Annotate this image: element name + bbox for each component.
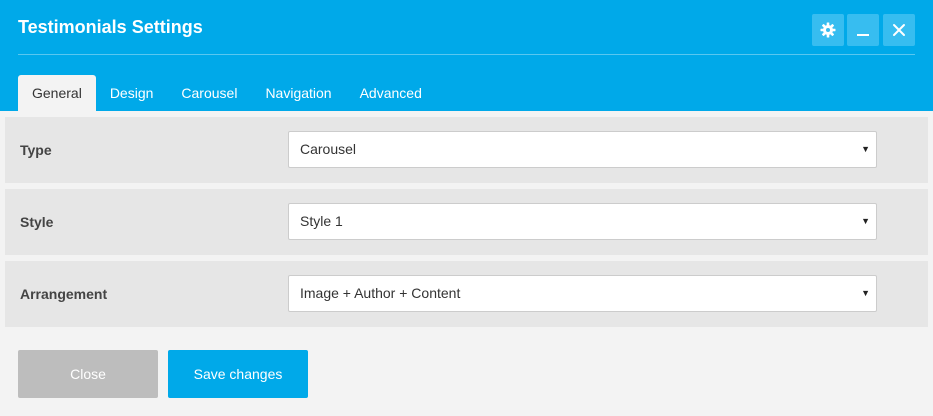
setting-row-type: Type Carousel ▼ bbox=[5, 117, 928, 183]
close-window-button[interactable] bbox=[883, 14, 915, 46]
chevron-down-icon: ▼ bbox=[861, 288, 870, 298]
header-divider bbox=[18, 54, 915, 55]
settings-tabs: General Design Carousel Navigation Advan… bbox=[18, 75, 436, 111]
settings-button[interactable] bbox=[812, 14, 844, 46]
minimize-button[interactable] bbox=[847, 14, 879, 46]
chevron-down-icon: ▼ bbox=[861, 144, 870, 154]
close-button[interactable]: Close bbox=[18, 350, 158, 398]
arrangement-select[interactable]: Image + Author + Content ▼ bbox=[288, 275, 877, 312]
setting-row-style: Style Style 1 ▼ bbox=[5, 189, 928, 255]
close-icon bbox=[892, 23, 906, 37]
style-select[interactable]: Style 1 ▼ bbox=[288, 203, 877, 240]
style-label: Style bbox=[20, 214, 54, 230]
save-changes-button[interactable]: Save changes bbox=[168, 350, 308, 398]
chevron-down-icon: ▼ bbox=[861, 216, 870, 226]
type-select[interactable]: Carousel ▼ bbox=[288, 131, 877, 168]
tab-carousel[interactable]: Carousel bbox=[167, 75, 251, 111]
tab-general[interactable]: General bbox=[18, 75, 96, 111]
arrangement-select-value: Image + Author + Content bbox=[300, 285, 461, 301]
setting-row-arrangement: Arrangement Image + Author + Content ▼ bbox=[5, 261, 928, 327]
type-select-value: Carousel bbox=[300, 141, 357, 157]
tab-navigation[interactable]: Navigation bbox=[251, 75, 345, 111]
minimize-icon bbox=[856, 23, 870, 37]
style-select-value: Style 1 bbox=[300, 213, 343, 229]
tab-design[interactable]: Design bbox=[96, 75, 168, 111]
gear-icon bbox=[820, 22, 836, 38]
dialog-header: Testimonials Settings General Design Car… bbox=[0, 0, 933, 111]
arrangement-label: Arrangement bbox=[20, 286, 108, 302]
tab-advanced[interactable]: Advanced bbox=[346, 75, 436, 111]
dialog-title: Testimonials Settings bbox=[18, 17, 203, 37]
type-label: Type bbox=[20, 142, 52, 158]
